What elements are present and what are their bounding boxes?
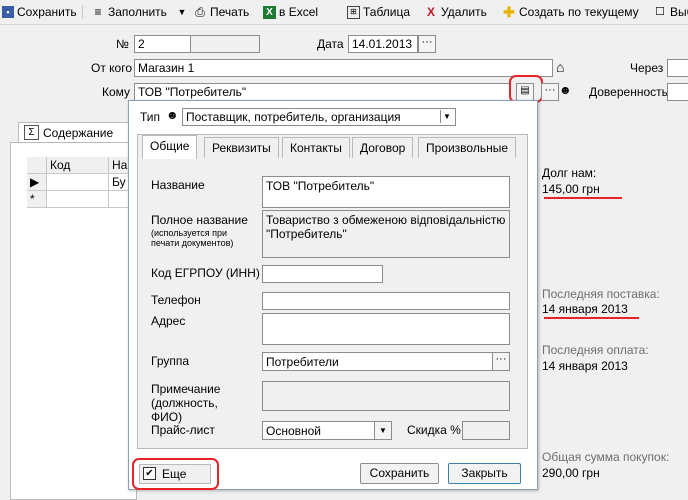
full-name-note: (используется при печати документов) (151, 228, 234, 248)
to-field[interactable]: ТОВ "Потребитель" (134, 83, 511, 101)
from-label: От кого (91, 61, 133, 75)
toolbar: ▪ Сохранить ≡ Заполнить ▼ ⎙ Печать X в E… (0, 0, 688, 25)
tab-contract[interactable]: Договор (352, 137, 414, 158)
debt-label: Долг нам: (542, 166, 597, 180)
last-payment-value: 14 января 2013 (542, 359, 628, 373)
grid-new-cell-name[interactable] (109, 191, 129, 208)
last-delivery-underline (544, 317, 639, 319)
close-button[interactable]: Закрыть (448, 463, 521, 484)
sigma-icon: Σ (24, 125, 39, 140)
grid-header-corner (27, 157, 47, 174)
address-field[interactable] (262, 313, 510, 345)
edit-counterparty-button[interactable]: ▤ (516, 83, 534, 101)
price-list-dropdown-icon[interactable]: ▼ (374, 422, 391, 439)
last-delivery-value: 14 января 2013 (542, 302, 628, 316)
to-select-button[interactable]: ··· (541, 83, 559, 101)
create-from-current-button[interactable]: ✚ Создать по текущему (502, 3, 639, 21)
full-name-field[interactable]: Товариство з обмеженою відповідальністю … (262, 210, 510, 258)
note-label: Примечание (должность, ФИО) (151, 382, 221, 424)
table-toolbar-button[interactable]: ⊞ Таблица (347, 3, 410, 21)
type-person-icon: ☻ (166, 108, 179, 122)
number-field[interactable]: 2 (134, 35, 192, 53)
delete-icon: X (426, 5, 435, 19)
from-field[interactable]: Магазин 1 (134, 59, 553, 77)
delete-toolbar-button[interactable]: X Удалить (424, 3, 487, 21)
print-toolbar-button[interactable]: ⎙ Печать (193, 3, 249, 21)
grid-new-cell-code[interactable] (47, 191, 109, 208)
total-purchases-label: Общая сумма покупок: (542, 450, 670, 464)
group-label: Группа (151, 354, 190, 368)
excel-toolbar-button[interactable]: X в Excel (263, 3, 318, 21)
type-dropdown-icon[interactable]: ▼ (440, 110, 453, 123)
tab-content[interactable]: Σ Содержание (18, 122, 135, 143)
tab-custom[interactable]: Произвольные (418, 137, 517, 158)
number-label: № (116, 37, 129, 51)
checkmark-icon: ✔ (143, 467, 156, 480)
debt-underline (544, 197, 622, 199)
date-field[interactable]: 14.01.2013 (348, 35, 418, 53)
phone-label: Телефон (151, 293, 201, 307)
fill-icon: ≡ (94, 5, 102, 19)
discount-field[interactable] (462, 421, 510, 440)
table-icon: ⊞ (347, 5, 360, 19)
debt-value: 145,00 грн (542, 182, 600, 196)
row-indicator-icon: ▶ (27, 174, 47, 191)
edit-card-icon: ▤ (520, 85, 530, 96)
more-label: Еще (162, 467, 187, 481)
price-list-label: Прайс-лист (151, 423, 215, 437)
last-delivery-label: Последняя поставка: (542, 287, 660, 301)
phone-field[interactable] (262, 292, 510, 310)
note-field[interactable] (262, 381, 510, 411)
counterparty-popup: Тип ☻ Поставщик, потребитель, организаци… (128, 100, 538, 490)
floppy-icon: ▪ (2, 6, 14, 18)
person-icon[interactable]: ☻ (559, 83, 572, 97)
edrpou-field[interactable] (262, 265, 383, 283)
group-select-button[interactable]: ··· (492, 353, 509, 370)
full-name-label: Полное название (151, 213, 248, 227)
group-field[interactable]: Потребители ··· (262, 352, 510, 371)
tab-content-label: Содержание (43, 126, 114, 140)
grid-cell-code[interactable] (47, 174, 109, 191)
tab-requisites[interactable]: Реквизиты (204, 137, 279, 158)
fill-dropdown-arrow[interactable]: ▼ (175, 3, 189, 21)
excel-icon: X (263, 5, 276, 19)
dropdown-arrow-icon: ▼ (177, 7, 187, 17)
total-purchases-value: 290,00 грн (542, 466, 600, 480)
date-label: Дата (317, 37, 344, 51)
discount-label: Скидка % (407, 423, 461, 437)
via-label: Через (630, 61, 664, 75)
power-of-attorney-label: Доверенность (589, 85, 668, 99)
save-toolbar-button[interactable]: ▪ Сохранить (2, 3, 77, 21)
type-label: Тип (140, 110, 161, 124)
date-picker-button[interactable]: ··· (418, 35, 436, 53)
grid-header-code: Код (47, 157, 109, 174)
fill-toolbar-button[interactable]: ≡ Заполнить (91, 3, 166, 21)
printer-icon: ⎙ (195, 5, 205, 19)
name-field[interactable]: ТОВ "Потребитель" (262, 176, 510, 208)
grid-cell-name[interactable]: Бу (109, 174, 129, 191)
tab-contacts[interactable]: Контакты (282, 137, 350, 158)
select-toolbar-button[interactable]: ☐ Выб (653, 3, 688, 21)
price-list-select[interactable]: Основной ▼ (262, 421, 392, 440)
select-icon: ☐ (655, 6, 665, 18)
more-checkbox[interactable]: ✔ Еще (139, 464, 211, 484)
tab-general[interactable]: Общие (142, 135, 198, 159)
power-of-attorney-field[interactable] (667, 83, 688, 101)
create-icon: ✚ (503, 4, 515, 20)
edrpou-label: Код ЕГРПОУ (ИНН) (151, 266, 260, 280)
save-button[interactable]: Сохранить (360, 463, 439, 484)
via-field[interactable] (667, 59, 688, 77)
address-label: Адрес (151, 314, 186, 328)
to-label: Кому (102, 85, 131, 99)
number-suffix-field (190, 35, 260, 53)
new-row-marker: * (27, 191, 47, 208)
house-icon[interactable]: ⌂ (556, 59, 564, 75)
last-payment-label: Последняя оплата: (542, 343, 649, 357)
grid-header-name: На (109, 157, 129, 174)
type-select[interactable]: Поставщик, потребитель, организация ▼ (182, 108, 456, 126)
name-label: Название (151, 178, 205, 192)
toolbar-separator (82, 5, 83, 19)
